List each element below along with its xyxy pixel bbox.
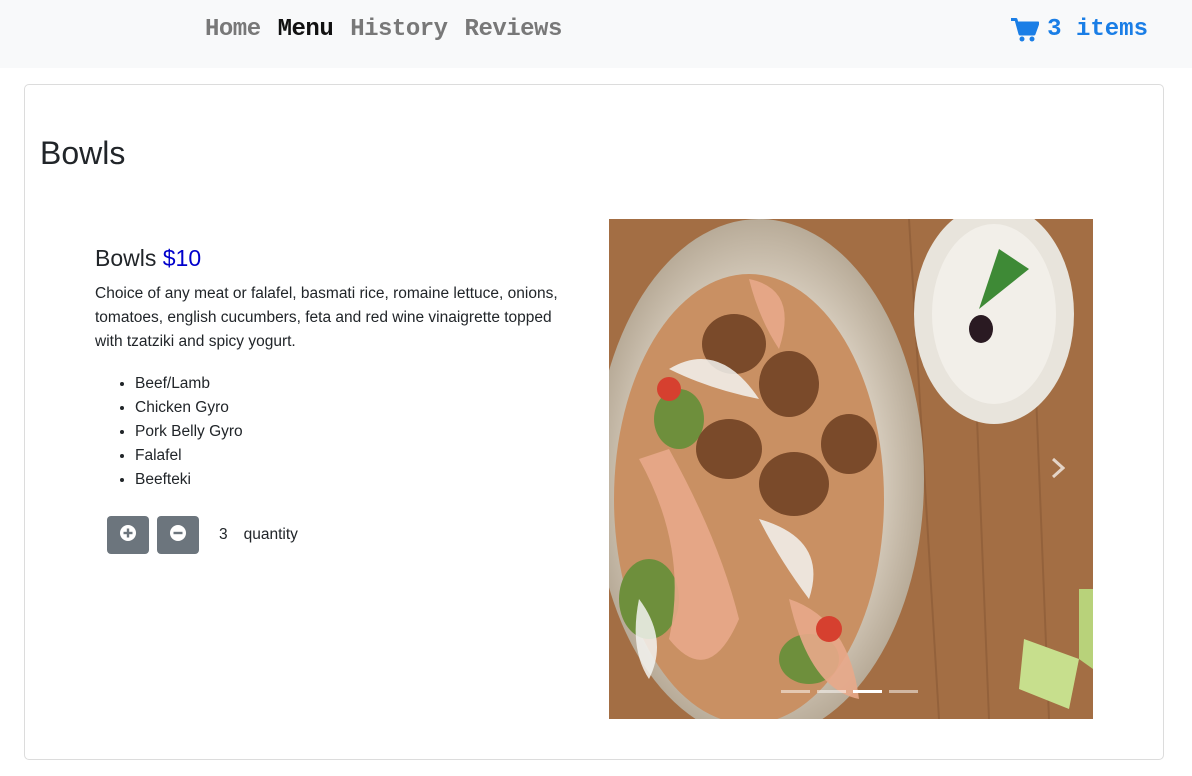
carousel-indicator[interactable]	[889, 690, 918, 693]
menu-card: Bowls Bowls $10 Choice of any meat or fa…	[24, 84, 1164, 760]
item-name: Bowls	[95, 245, 157, 271]
carousel-indicator[interactable]	[817, 690, 846, 693]
image-carousel[interactable]	[609, 219, 1093, 719]
plus-circle-icon	[120, 524, 136, 546]
carousel-indicators	[781, 690, 918, 693]
menu-item: Bowls $10 Choice of any meat or falafel,…	[95, 245, 575, 554]
item-price: $10	[162, 245, 202, 271]
section-title: Bowls	[40, 135, 126, 171]
nav-link-reviews[interactable]: Reviews	[465, 16, 579, 43]
shopping-cart-icon	[1011, 17, 1040, 42]
nav-links: Home Menu History Reviews	[205, 16, 579, 43]
item-options-list: Beef/Lamb Chicken Gyro Pork Belly Gyro F…	[95, 372, 575, 492]
nav-link-menu[interactable]: Menu	[278, 16, 351, 43]
list-item: Beefteki	[135, 468, 575, 492]
quantity-label: quantity	[243, 526, 298, 543]
nav-link-history[interactable]: History	[350, 16, 464, 43]
bowl-photo	[609, 219, 1093, 719]
carousel-indicator[interactable]	[781, 690, 810, 693]
list-item: Beef/Lamb	[135, 372, 575, 396]
minus-circle-icon	[170, 524, 186, 546]
item-description: Choice of any meat or falafel, basmati r…	[95, 285, 558, 350]
chevron-right-icon[interactable]	[1051, 457, 1066, 484]
list-item: Chicken Gyro	[135, 396, 575, 420]
quantity-stepper: 3 quantity	[107, 516, 575, 554]
decrease-quantity-button[interactable]	[157, 516, 199, 554]
navbar: Home Menu History Reviews 3 items	[0, 0, 1192, 68]
quantity-value: 3	[219, 526, 228, 543]
cart-count-label: 3 items	[1047, 16, 1148, 43]
nav-link-home[interactable]: Home	[205, 16, 278, 43]
increase-quantity-button[interactable]	[107, 516, 149, 554]
list-item: Falafel	[135, 444, 575, 468]
cart-button[interactable]: 3 items	[1011, 16, 1148, 43]
list-item: Pork Belly Gyro	[135, 420, 575, 444]
carousel-indicator-active[interactable]	[853, 690, 882, 693]
item-heading: Bowls $10	[95, 245, 575, 272]
